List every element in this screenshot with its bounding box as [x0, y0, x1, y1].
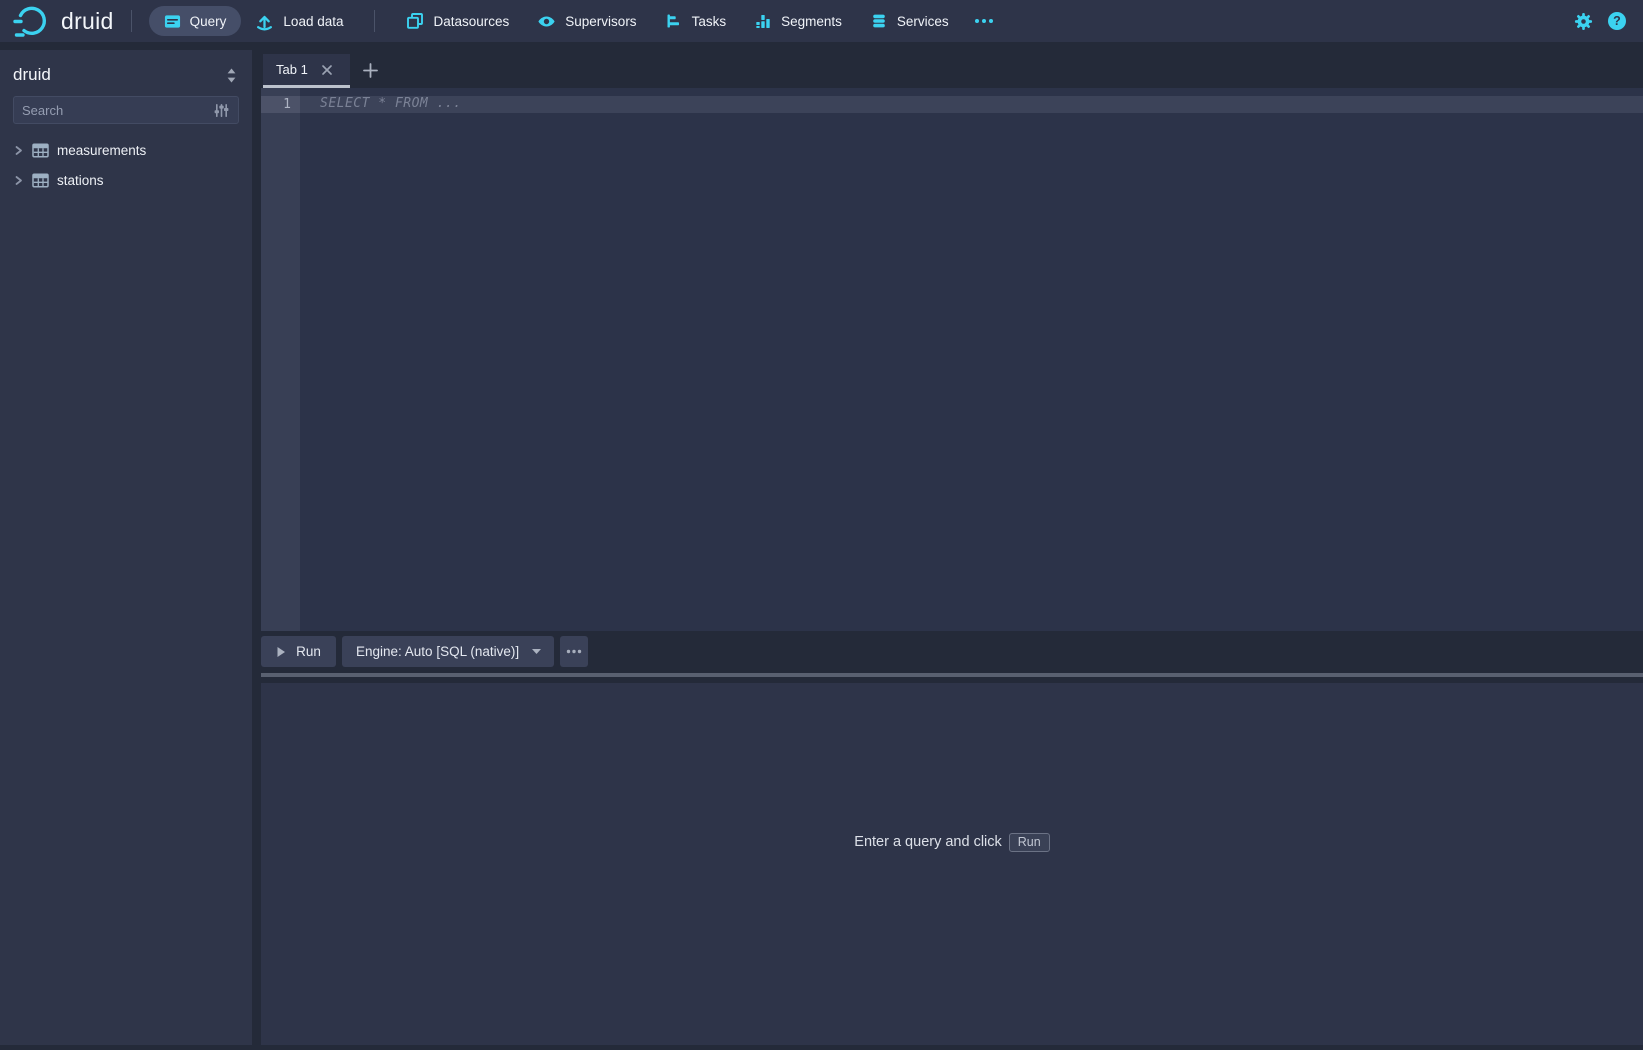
database-icon — [870, 12, 888, 30]
nav-item-supervisors[interactable]: Supervisors — [523, 6, 650, 36]
upload-icon — [255, 12, 274, 31]
search-input[interactable] — [22, 103, 213, 118]
chevron-right-icon — [13, 175, 24, 186]
plus-icon — [362, 62, 379, 79]
nav-item-query[interactable]: Query — [149, 6, 242, 36]
query-pane: Tab 1 1 SELECT * FROM ... — [261, 50, 1643, 1045]
chevron-right-icon — [13, 145, 24, 156]
navbar-divider — [131, 10, 132, 32]
pane-resizer[interactable] — [261, 673, 1643, 677]
tab-label: Tab 1 — [276, 62, 308, 77]
schema-tree: measurements stations — [0, 135, 252, 195]
results-panel: Enter a query and click Run — [261, 683, 1643, 1045]
caret-down-icon — [531, 648, 542, 655]
help-icon: ? — [1607, 11, 1627, 31]
more-dots-icon — [566, 649, 582, 654]
nav-item-label: Segments — [781, 14, 842, 29]
run-button-label: Run — [296, 644, 321, 659]
druid-logo-text: druid — [61, 8, 114, 35]
navbar-right: ? — [1574, 11, 1627, 31]
run-bar: Run Engine: Auto [SQL (native)] — [261, 636, 588, 667]
tree-item-label: measurements — [57, 143, 146, 158]
empty-message-text: Enter a query and click — [854, 834, 1002, 850]
navbar-left: druid Query Load data — [12, 4, 1574, 38]
tab-query-1[interactable]: Tab 1 — [263, 54, 350, 88]
tab-strip: Tab 1 — [261, 50, 1643, 88]
tree-item-label: stations — [57, 173, 104, 188]
schema-selector[interactable]: druid — [0, 50, 252, 96]
more-dots-icon — [973, 17, 995, 25]
filter-sliders-icon[interactable] — [213, 102, 230, 119]
navbar-more-button[interactable] — [963, 17, 1005, 25]
editor-placeholder: SELECT * FROM ... — [320, 96, 462, 111]
tree-item-stations[interactable]: stations — [0, 165, 252, 195]
gantt-icon — [665, 12, 683, 30]
active-line-highlight — [300, 96, 1643, 113]
line-number: 1 — [261, 96, 300, 113]
nav-item-label: Load data — [283, 14, 343, 29]
tree-item-measurements[interactable]: measurements — [0, 135, 252, 165]
nav-item-datasources[interactable]: Datasources — [392, 6, 523, 36]
druid-logo[interactable]: druid — [12, 4, 114, 38]
empty-results-message: Enter a query and click Run — [854, 833, 1049, 852]
query-icon — [164, 13, 181, 30]
add-tab-button[interactable] — [362, 62, 379, 79]
nav-item-label: Supervisors — [565, 14, 636, 29]
nav-item-label: Datasources — [433, 14, 509, 29]
nav-item-label: Tasks — [692, 14, 727, 29]
play-icon — [276, 646, 286, 658]
editor-input-area[interactable]: SELECT * FROM ... — [300, 88, 1643, 631]
settings-button[interactable] — [1574, 12, 1593, 31]
run-kbd-badge: Run — [1009, 833, 1050, 852]
table-icon — [32, 143, 49, 158]
nav-item-label: Services — [897, 14, 949, 29]
tab-close-button[interactable] — [321, 64, 333, 76]
engine-label: Engine: Auto [SQL (native)] — [356, 644, 519, 659]
run-more-button[interactable] — [560, 636, 588, 667]
schema-sidebar: druid — [0, 50, 252, 1045]
eye-icon — [537, 12, 556, 31]
help-button[interactable]: ? — [1607, 11, 1627, 31]
navbar-divider — [374, 10, 375, 32]
nav-item-label: Query — [190, 14, 227, 29]
engine-select-button[interactable]: Engine: Auto [SQL (native)] — [342, 636, 554, 667]
schema-name: druid — [13, 65, 51, 85]
svg-text:?: ? — [1613, 14, 1621, 28]
table-icon — [32, 173, 49, 188]
sql-editor: 1 SELECT * FROM ... — [261, 88, 1643, 631]
run-button[interactable]: Run — [261, 636, 336, 667]
nav-item-load-data[interactable]: Load data — [241, 6, 357, 36]
nav-item-segments[interactable]: Segments — [740, 6, 856, 36]
druid-logo-icon — [12, 4, 52, 38]
datasources-icon — [406, 12, 424, 30]
editor-gutter: 1 — [261, 88, 300, 631]
search-box — [13, 96, 239, 124]
double-caret-vertical-icon — [225, 67, 238, 84]
top-navbar: druid Query Load data — [0, 0, 1643, 42]
nav-item-tasks[interactable]: Tasks — [651, 6, 741, 36]
bar-chart-icon — [754, 12, 772, 30]
gear-icon — [1574, 12, 1593, 31]
nav-item-services[interactable]: Services — [856, 6, 963, 36]
